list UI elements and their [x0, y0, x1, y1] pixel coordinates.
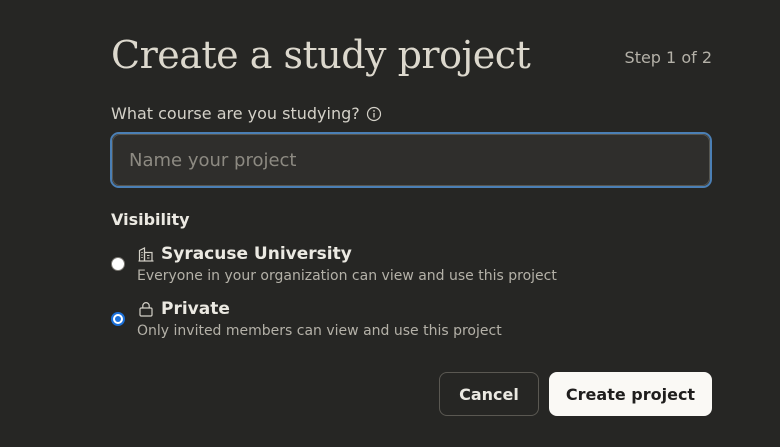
organization-radio[interactable] [111, 257, 125, 271]
private-radio[interactable] [111, 312, 125, 326]
dialog-actions: Cancel Create project [439, 372, 712, 416]
cancel-button[interactable]: Cancel [439, 372, 539, 416]
visibility-label: Visibility [111, 210, 190, 229]
step-indicator: Step 1 of 2 [624, 48, 712, 67]
course-field-label: What course are you studying? [111, 104, 382, 123]
create-project-dialog: Create a study project Step 1 of 2 What … [110, 28, 712, 416]
dialog-header: Create a study project Step 1 of 2 [110, 28, 712, 90]
visibility-option-organization[interactable]: Syracuse University Everyone in your org… [110, 243, 710, 287]
project-name-input-wrapper [110, 132, 712, 188]
project-name-input[interactable] [112, 134, 710, 186]
organization-option-label: Syracuse University [161, 244, 352, 264]
private-option-description: Only invited members can view and use th… [137, 323, 502, 339]
info-icon[interactable] [366, 106, 382, 122]
create-project-button[interactable]: Create project [549, 372, 712, 416]
private-option-title: Private [137, 299, 230, 319]
page-title: Create a study project [111, 33, 531, 77]
organization-option-title: Syracuse University [137, 244, 352, 264]
organization-option-description: Everyone in your organization can view a… [137, 268, 557, 284]
private-option-label: Private [161, 299, 230, 319]
lock-icon [137, 300, 155, 318]
course-field-label-text: What course are you studying? [111, 104, 360, 123]
building-icon [137, 245, 155, 263]
visibility-option-private[interactable]: Private Only invited members can view an… [110, 298, 710, 342]
